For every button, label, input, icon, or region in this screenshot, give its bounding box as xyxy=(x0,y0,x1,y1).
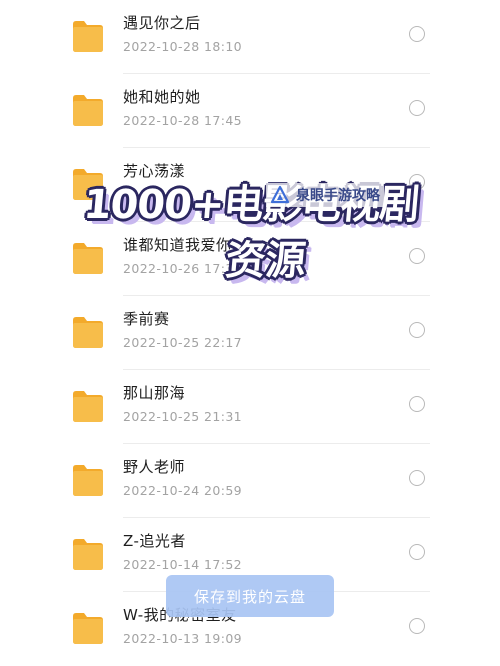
folder-icon xyxy=(73,95,103,126)
select-radio[interactable] xyxy=(409,100,425,116)
file-name: 遇见你之后 xyxy=(123,14,201,32)
file-date: 2022-10-14 17:52 xyxy=(123,557,243,572)
folder-icon xyxy=(73,243,103,274)
folder-icon xyxy=(73,613,103,644)
watermark: 泉眼手游攻略 xyxy=(266,183,384,207)
file-date: 2022-10-26 17:3 xyxy=(123,261,234,276)
file-date: 2022-10-25 21:31 xyxy=(123,409,243,424)
folder-icon xyxy=(73,539,103,570)
folder-icon xyxy=(73,391,103,422)
save-to-cloud-button[interactable]: 保存到我的云盘 xyxy=(166,575,334,617)
file-row[interactable]: 遇见你之后 2022-10-28 18:10 xyxy=(0,0,500,74)
file-row[interactable]: 谁都知道我爱你 2022-10-26 17:3 xyxy=(0,222,500,296)
select-radio[interactable] xyxy=(409,470,425,486)
select-radio[interactable] xyxy=(409,618,425,634)
select-radio[interactable] xyxy=(409,544,425,560)
folder-icon xyxy=(73,169,103,200)
file-name: 野人老师 xyxy=(123,458,186,476)
folder-icon xyxy=(73,317,103,348)
file-date: 2022-10-28 17:45 xyxy=(123,113,243,128)
file-name: 她和她的她 xyxy=(123,88,201,106)
file-name: 季前赛 xyxy=(123,310,170,328)
file-date: 2022-10-25 22:17 xyxy=(123,335,243,350)
select-radio[interactable] xyxy=(409,248,425,264)
folder-icon xyxy=(73,465,103,496)
file-row[interactable]: 季前赛 2022-10-25 22:17 xyxy=(0,296,500,370)
file-name: 芳心荡漾 xyxy=(123,162,186,180)
file-date: 2022-10-24 20:59 xyxy=(123,483,243,498)
file-name: 谁都知道我爱你 xyxy=(123,236,232,254)
triangle-logo-icon xyxy=(270,185,290,204)
select-radio[interactable] xyxy=(409,396,425,412)
select-radio[interactable] xyxy=(409,26,425,42)
file-name: 那山那海 xyxy=(123,384,186,402)
folder-icon xyxy=(73,21,103,52)
file-row[interactable]: 野人老师 2022-10-24 20:59 xyxy=(0,444,500,518)
file-date: 2022-10-13 19:09 xyxy=(123,631,243,646)
file-row[interactable]: 她和她的她 2022-10-28 17:45 xyxy=(0,74,500,148)
file-date: 2022-10-28 18:10 xyxy=(123,39,243,54)
file-name: Z-追光者 xyxy=(123,532,186,550)
watermark-text: 泉眼手游攻略 xyxy=(296,188,380,204)
file-row[interactable]: 那山那海 2022-10-25 21:31 xyxy=(0,370,500,444)
file-row[interactable]: 芳心荡漾 xyxy=(0,148,500,222)
select-radio[interactable] xyxy=(409,322,425,338)
select-radio[interactable] xyxy=(409,174,425,190)
